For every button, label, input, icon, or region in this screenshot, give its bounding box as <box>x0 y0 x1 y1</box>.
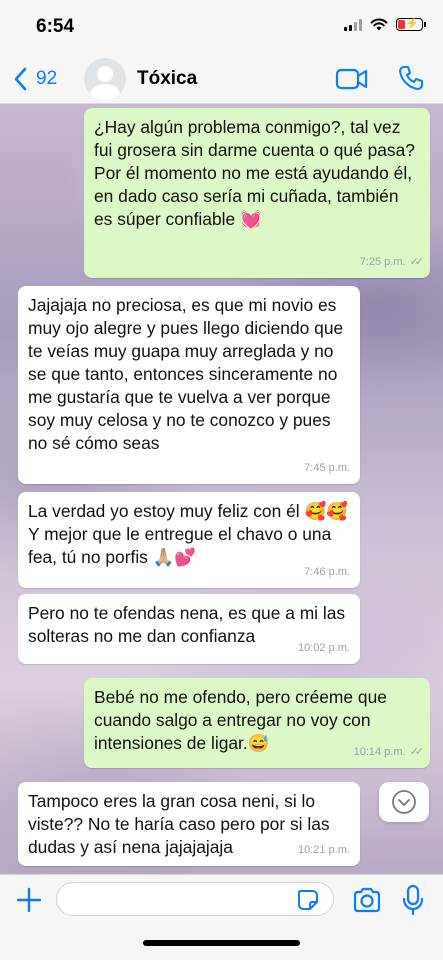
message-meta: 10:02 p.m. <box>298 637 350 660</box>
contact-name[interactable]: Tóxica <box>137 68 197 90</box>
message-meta: 7:46 p.m. <box>304 561 350 584</box>
plus-icon[interactable] <box>14 885 44 915</box>
default-avatar-icon <box>89 66 121 100</box>
chevron-down-icon <box>392 790 416 814</box>
status-icons: ⚡ <box>344 18 426 31</box>
video-call-button[interactable] <box>335 66 369 92</box>
cellular-signal-icon <box>344 18 362 31</box>
message-time: 10:14 p.m. <box>353 746 406 758</box>
home-indicator[interactable] <box>143 940 300 946</box>
double-check-icon: ✓✓ <box>409 256 425 268</box>
chat-header: 92 Tóxica <box>0 54 443 104</box>
chevron-left-icon <box>14 67 27 91</box>
status-bar: 6:54 ⚡ <box>0 0 443 54</box>
chat-area[interactable]: ¿Hay algún problema conmigo?, tal vez fu… <box>0 104 443 874</box>
input-bar <box>0 874 443 960</box>
message-time: 7:25 p.m. <box>359 256 406 268</box>
battery-icon: ⚡ <box>396 18 426 31</box>
sticker-icon[interactable] <box>296 888 320 912</box>
message-incoming[interactable]: La verdad yo estoy muy feliz con él 🥰🥰 Y… <box>18 492 360 588</box>
message-meta: 10:21 p.m. <box>298 839 350 862</box>
message-time: 7:46 p.m. <box>304 566 350 578</box>
message-incoming[interactable]: Pero no te ofendas nena, es que a mi las… <box>18 594 360 664</box>
voice-call-button[interactable] <box>397 64 425 92</box>
message-time: 7:45 p.m. <box>304 462 350 474</box>
message-time: 10:21 p.m. <box>298 844 350 856</box>
scroll-to-bottom-button[interactable] <box>379 782 429 822</box>
double-check-icon: ✓✓ <box>409 746 425 758</box>
message-meta: 7:45 p.m. <box>304 457 350 480</box>
message-time: 10:02 p.m. <box>298 642 350 654</box>
message-text: La verdad yo estoy muy feliz con él 🥰🥰 Y… <box>28 501 348 567</box>
status-time: 6:54 <box>36 16 75 37</box>
wifi-icon <box>370 18 388 31</box>
message-input[interactable] <box>56 882 334 916</box>
message-meta: 7:25 p.m. ✓✓ <box>359 251 425 274</box>
message-meta: 10:14 p.m. ✓✓ <box>353 741 425 764</box>
camera-icon[interactable] <box>352 886 382 914</box>
message-outgoing[interactable]: Bebé no me ofendo, pero créeme que cuand… <box>84 678 430 768</box>
message-incoming[interactable]: Jajajaja no preciosa, es que mi novio es… <box>18 286 360 484</box>
back-button[interactable]: 92 <box>8 64 57 94</box>
microphone-icon[interactable] <box>402 884 424 916</box>
avatar[interactable] <box>84 58 126 100</box>
message-text: ¿Hay algún problema conmigo?, tal vez fu… <box>94 117 415 229</box>
message-text: Jajajaja no preciosa, es que mi novio es… <box>28 295 344 453</box>
message-outgoing[interactable]: ¿Hay algún problema conmigo?, tal vez fu… <box>84 108 430 278</box>
unread-count: 92 <box>36 68 58 89</box>
message-incoming[interactable]: Tampoco eres la gran cosa neni, si lo vi… <box>18 782 360 866</box>
